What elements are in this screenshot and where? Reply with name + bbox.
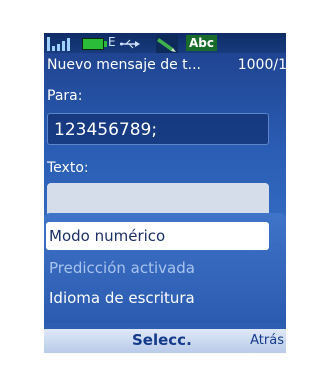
input-mode-indicator: Abc xyxy=(186,35,217,51)
options-popup-menu: Modo numérico Predicción activada Idioma… xyxy=(44,213,286,323)
title-bar: Nuevo mensaje de t... 1000/1 xyxy=(44,54,286,76)
text-label: Texto: xyxy=(47,160,89,176)
pen-input-icon xyxy=(156,35,178,53)
usb-icon xyxy=(120,39,140,49)
menu-item-numeric-mode[interactable]: Modo numérico xyxy=(46,222,269,250)
signal-strength-icon xyxy=(47,37,70,51)
recipient-field[interactable]: 123456789; xyxy=(47,113,269,145)
menu-item-prediction-on[interactable]: Predicción activada xyxy=(46,254,269,282)
message-title: Nuevo mensaje de t... xyxy=(47,57,201,73)
menu-item-writing-language[interactable]: Idioma de escritura xyxy=(46,284,269,312)
battery-icon xyxy=(82,38,107,50)
phone-screen: E Abc Nuevo mensaje de t... 1000/1 Para:… xyxy=(44,33,286,353)
back-softkey[interactable]: Atrás xyxy=(250,333,284,348)
character-counter: 1000/1 xyxy=(237,57,286,73)
network-type-indicator: E xyxy=(108,35,116,49)
select-softkey[interactable]: Selecc. xyxy=(132,331,192,349)
status-bar: E Abc xyxy=(44,33,286,53)
to-label: Para: xyxy=(47,88,83,104)
softkey-bar: Selecc. Atrás xyxy=(44,329,286,353)
